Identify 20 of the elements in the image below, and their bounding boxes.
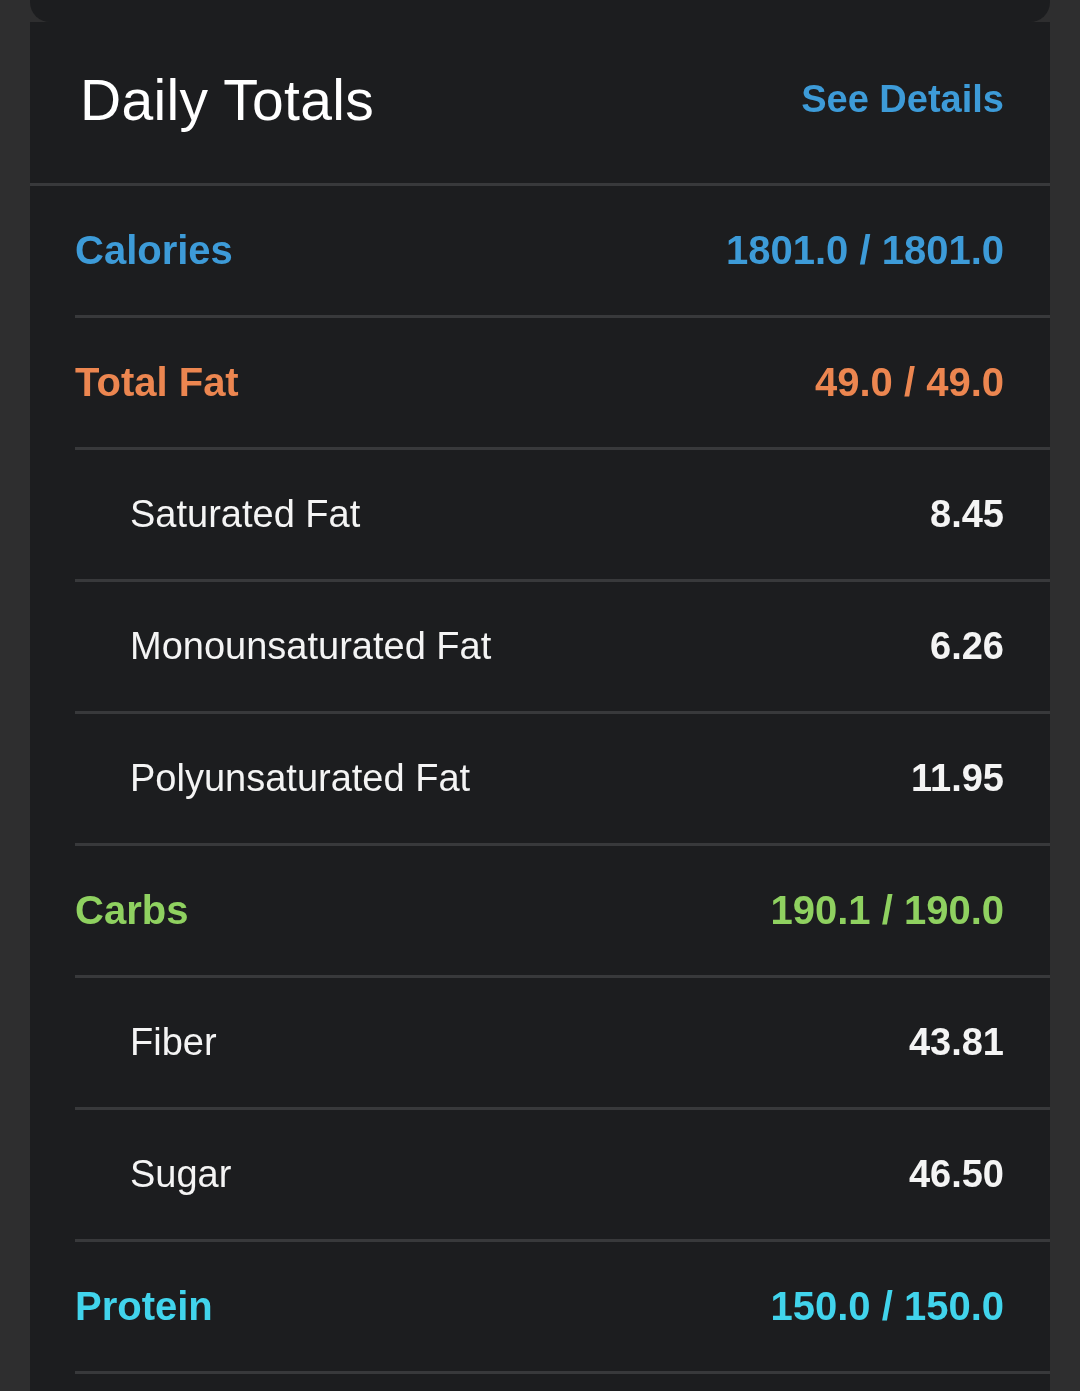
nutrient-name: Calories [75, 228, 233, 273]
nutrient-total: 150.0 / 150.0 [770, 1284, 1004, 1329]
nutrient-amount: 8.45 [930, 493, 1004, 536]
nutrient-name: Fiber [130, 1021, 217, 1064]
nutrient-name: Carbs [75, 888, 189, 933]
card-title: Daily Totals [80, 66, 374, 133]
nutrient-name: Sugar [130, 1153, 232, 1196]
nutrient-name: Total Fat [75, 360, 239, 405]
nutrient-total: 190.1 / 190.0 [770, 888, 1004, 933]
nutrient-name: Saturated Fat [130, 493, 361, 536]
nutrient-amount: 43.81 [908, 1021, 1004, 1064]
see-details-link[interactable]: See Details [801, 78, 1004, 121]
nutrient-total: 49.0 / 49.0 [814, 360, 1004, 405]
nutrient-amount: 11.95 [911, 757, 1004, 800]
nutrient-total: 1801.0 / 1801.0 [725, 228, 1004, 273]
nutrient-name: Monounsaturated Fat [130, 625, 492, 668]
nutrient-amount: 6.26 [930, 625, 1004, 668]
nutrient-name: Protein [75, 1284, 213, 1329]
nutrient-amount: 46.50 [908, 1153, 1004, 1196]
nutrient-name: Polyunsaturated Fat [130, 757, 471, 800]
